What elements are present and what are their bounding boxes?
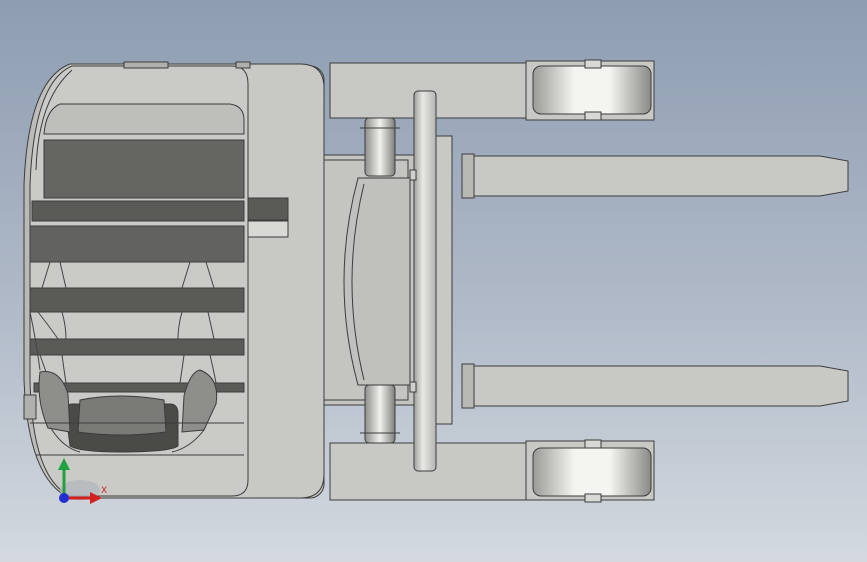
lower-lift-post (364, 384, 396, 444)
forklift-model[interactable] (0, 0, 867, 562)
cad-viewport[interactable]: X (0, 0, 867, 562)
guard-band-3 (29, 225, 245, 263)
lower-front-wheel (532, 447, 652, 497)
rear-panel (43, 103, 245, 135)
upper-front-wheel (532, 65, 652, 115)
upper-fork (469, 155, 849, 197)
orientation-triad (58, 458, 102, 504)
triad-x-label: X (101, 486, 108, 496)
lower-fork (469, 365, 849, 407)
load-shield (343, 177, 411, 386)
carriage-backrest (413, 90, 437, 472)
y-axis-arrow-icon (58, 458, 70, 470)
z-axis-dot-icon (59, 493, 69, 503)
upper-lift-post (364, 117, 396, 177)
guard-band-4 (29, 287, 245, 313)
guard-band-5 (29, 338, 245, 356)
guard-band-2 (31, 200, 245, 222)
